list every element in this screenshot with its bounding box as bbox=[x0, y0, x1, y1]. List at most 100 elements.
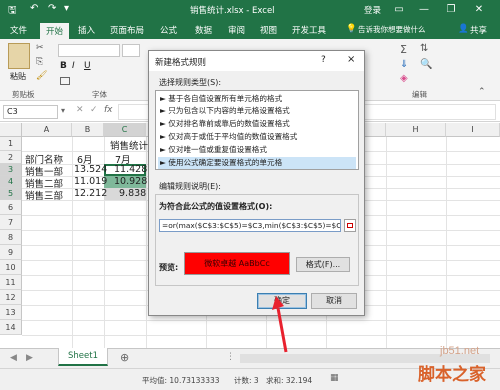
grid-line bbox=[72, 137, 73, 348]
cell-a5[interactable]: 销售三部 bbox=[25, 188, 63, 202]
collapse-ribbon-icon[interactable]: ⌃ bbox=[478, 87, 486, 97]
undo-icon[interactable]: ↶ bbox=[30, 3, 38, 14]
new-sheet-icon[interactable]: ⊕ bbox=[120, 351, 129, 364]
tell-me-box[interactable]: 告诉我你想要做什么 bbox=[358, 24, 426, 35]
lightbulb-icon: 💡 bbox=[346, 24, 357, 34]
row-header[interactable]: 11 bbox=[0, 275, 22, 290]
normal-view-icon[interactable]: ▦ bbox=[330, 373, 339, 383]
tab-developer[interactable]: 开发工具 bbox=[292, 24, 326, 36]
tab-insert[interactable]: 插入 bbox=[78, 24, 95, 36]
row-header[interactable]: 5 bbox=[0, 188, 22, 200]
bold-icon[interactable]: B bbox=[60, 61, 67, 71]
row-header[interactable]: 4 bbox=[0, 176, 22, 188]
row-header[interactable]: 6 bbox=[0, 200, 22, 215]
minimize-icon[interactable]: — bbox=[413, 2, 435, 18]
ribbon-display-icon[interactable]: ▭ bbox=[388, 2, 410, 18]
cancel-formula-icon[interactable]: ✕ bbox=[76, 105, 84, 115]
cut-icon[interactable]: ✂ bbox=[36, 43, 44, 53]
cell-c1[interactable]: 销售统计 bbox=[110, 138, 148, 152]
column-header[interactable]: B bbox=[72, 123, 104, 137]
dialog-title-bar: 新建格式规则 ? × bbox=[149, 51, 364, 71]
column-header[interactable]: A bbox=[22, 123, 72, 137]
grid-line bbox=[446, 137, 447, 348]
editing-group-label: 编辑 bbox=[412, 90, 427, 99]
login-link[interactable]: 登录 bbox=[364, 4, 381, 16]
enter-formula-icon[interactable]: ✓ bbox=[90, 105, 98, 115]
edit-description-label: 编辑规则说明(E): bbox=[159, 182, 221, 191]
column-header[interactable]: C bbox=[104, 123, 146, 137]
preview-label: 预览: bbox=[159, 263, 179, 272]
autosum-icon[interactable]: Σ bbox=[400, 43, 407, 56]
tab-view[interactable]: 视图 bbox=[260, 24, 277, 36]
format-button[interactable]: 格式(F)... bbox=[296, 257, 350, 272]
redo-icon[interactable]: ↷ bbox=[48, 3, 56, 14]
sheet-tab-sheet1[interactable]: Sheet1 bbox=[58, 348, 108, 366]
row-header[interactable]: 13 bbox=[0, 305, 22, 320]
tab-formulas[interactable]: 公式 bbox=[160, 24, 177, 36]
fill-icon[interactable]: ⇓ bbox=[400, 59, 408, 70]
range-select-icon[interactable] bbox=[344, 219, 356, 232]
window-title: 销售统计.xlsx - Excel bbox=[190, 6, 275, 16]
help-button[interactable]: ? bbox=[321, 55, 326, 65]
new-format-rule-dialog: 新建格式规则 ? × 选择规则类型(S): ► 基于各自值设置所有单元格的格式 … bbox=[148, 50, 365, 316]
sort-filter-icon[interactable]: ⇅ bbox=[420, 43, 428, 54]
formula-input-field[interactable]: =or(max($C$3:$C$5)=$C3,min($C$3:$C$5)=$C… bbox=[159, 219, 341, 232]
copy-icon[interactable]: ⎘ bbox=[36, 57, 43, 67]
insert-function-icon[interactable]: fx bbox=[104, 105, 113, 115]
find-icon[interactable]: 🔍 bbox=[420, 59, 432, 70]
font-size-dropdown[interactable] bbox=[122, 44, 140, 57]
dialog-close-button[interactable]: × bbox=[347, 54, 355, 65]
share-icon[interactable]: 👤 bbox=[458, 24, 469, 34]
rule-type-item[interactable]: ► 基于各自值设置所有单元格的格式 bbox=[158, 93, 356, 105]
tab-page-layout[interactable]: 页面布局 bbox=[110, 24, 144, 36]
rule-type-item[interactable]: ► 仅对高于或低于平均值的数值设置格式 bbox=[158, 131, 356, 143]
name-box-dropdown-icon[interactable]: ▾ bbox=[61, 106, 65, 115]
rule-type-item[interactable]: ► 只为包含以下内容的单元格设置格式 bbox=[158, 105, 356, 117]
cell-c4[interactable]: 10.928 bbox=[114, 176, 147, 187]
italic-icon[interactable]: I bbox=[72, 61, 75, 71]
cell-b3[interactable]: 13.524 bbox=[74, 164, 107, 175]
paste-icon[interactable] bbox=[8, 43, 30, 69]
rule-type-item-selected[interactable]: ► 使用公式确定要设置格式的单元格 bbox=[158, 157, 356, 169]
prev-sheet-icon[interactable]: ◀ bbox=[10, 353, 17, 363]
row-header[interactable]: 3 bbox=[0, 164, 22, 176]
next-sheet-icon[interactable]: ▶ bbox=[26, 353, 33, 363]
save-icon[interactable]: 🖫 bbox=[8, 3, 17, 20]
underline-icon[interactable]: U bbox=[84, 61, 91, 71]
select-all-corner[interactable] bbox=[0, 123, 22, 137]
row-header[interactable]: 2 bbox=[0, 151, 22, 164]
tab-home[interactable]: 开始 bbox=[40, 23, 70, 40]
cell-b4[interactable]: 11.019 bbox=[74, 176, 107, 187]
preview-box: 微软卓越 AaBbCc bbox=[184, 252, 290, 275]
row-header[interactable]: 14 bbox=[0, 320, 22, 335]
split-handle-icon[interactable]: ⋮ bbox=[226, 352, 235, 362]
tab-review[interactable]: 审阅 bbox=[228, 24, 245, 36]
title-bar: 🖫 ↶ ↷ ▾ 销售统计.xlsx - Excel 登录 ▭ — ❐ ✕ bbox=[0, 0, 500, 20]
column-header[interactable]: I bbox=[446, 123, 500, 137]
cell-b5[interactable]: 12.212 bbox=[74, 188, 107, 199]
row-header[interactable]: 9 bbox=[0, 245, 22, 260]
cell-c5[interactable]: 9.838 bbox=[119, 188, 146, 199]
maximize-icon[interactable]: ❐ bbox=[440, 2, 462, 18]
row-header[interactable]: 1 bbox=[0, 137, 22, 151]
row-header[interactable]: 7 bbox=[0, 215, 22, 230]
font-name-dropdown[interactable] bbox=[58, 44, 120, 57]
tab-file[interactable]: 文件 bbox=[10, 24, 27, 36]
column-header[interactable]: H bbox=[386, 123, 446, 137]
close-icon[interactable]: ✕ bbox=[468, 2, 490, 18]
border-icon[interactable] bbox=[60, 77, 70, 85]
cancel-button[interactable]: 取消 bbox=[311, 293, 357, 309]
share-button[interactable]: 共享 bbox=[470, 24, 487, 36]
row-header[interactable]: 8 bbox=[0, 230, 22, 245]
row-header[interactable]: 10 bbox=[0, 260, 22, 275]
tab-data[interactable]: 数据 bbox=[195, 24, 212, 36]
rule-type-item[interactable]: ► 仅对唯一值或重复值设置格式 bbox=[158, 144, 356, 156]
rule-type-item[interactable]: ► 仅对排名靠前或靠后的数值设置格式 bbox=[158, 118, 356, 130]
status-count: 计数: 3 bbox=[234, 376, 259, 385]
cell-c3[interactable]: 11.428 bbox=[114, 164, 147, 175]
name-box[interactable]: C3 bbox=[3, 105, 58, 119]
clear-icon[interactable]: ◈ bbox=[400, 73, 408, 84]
format-painter-icon[interactable]: 🖌 bbox=[36, 71, 47, 81]
customize-qat-icon[interactable]: ▾ bbox=[64, 3, 69, 14]
row-header[interactable]: 12 bbox=[0, 290, 22, 305]
